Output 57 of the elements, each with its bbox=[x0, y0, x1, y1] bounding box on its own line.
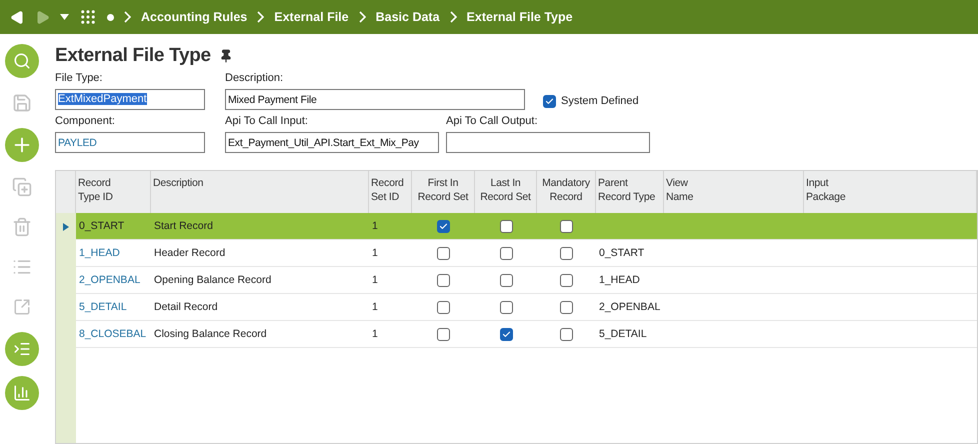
column-header[interactable]: Record Set ID bbox=[369, 171, 412, 213]
checkbox[interactable] bbox=[560, 274, 573, 286]
checkbox[interactable] bbox=[500, 246, 512, 260]
checkbox[interactable] bbox=[543, 94, 556, 108]
input-field[interactable]: Mixed Payment File bbox=[225, 89, 525, 110]
breadcrumb-link[interactable]: External File bbox=[274, 10, 349, 24]
check-icon bbox=[439, 222, 448, 230]
checkbox[interactable] bbox=[437, 246, 450, 260]
checkbox[interactable] bbox=[560, 300, 573, 314]
chevron-icon bbox=[450, 11, 457, 23]
row-indicator[interactable] bbox=[56, 213, 76, 240]
input-field[interactable]: ExtMixedPayment bbox=[55, 89, 205, 110]
column-header[interactable]: Input Package bbox=[804, 171, 977, 213]
apps-icon[interactable] bbox=[79, 8, 97, 26]
checkbox[interactable] bbox=[560, 220, 573, 232]
page-title: External File Type bbox=[55, 45, 211, 67]
breadcrumb-link[interactable]: Accounting Rules bbox=[141, 10, 248, 24]
dot-icon[interactable] bbox=[107, 14, 114, 20]
checkbox[interactable] bbox=[437, 300, 450, 314]
input-field[interactable]: PAYLED bbox=[55, 132, 205, 153]
dropdown-icon[interactable] bbox=[60, 14, 69, 20]
column-header[interactable]: Mandatory Record bbox=[537, 171, 596, 213]
column-header[interactable]: Description bbox=[151, 171, 369, 213]
checkbox[interactable] bbox=[560, 246, 573, 260]
chevron-icon bbox=[257, 11, 264, 23]
field-label: File Type: bbox=[55, 72, 104, 84]
table-cell[interactable]: 0_START bbox=[76, 213, 151, 240]
chevron-icon bbox=[124, 11, 131, 23]
checkbox[interactable] bbox=[437, 274, 450, 286]
chevron-icon bbox=[358, 11, 366, 23]
checkbox[interactable] bbox=[437, 328, 450, 340]
breadcrumb-link[interactable]: External File Type bbox=[466, 10, 573, 24]
column-header[interactable]: View Name bbox=[664, 171, 804, 213]
input-field[interactable]: Ext_Payment_Util_API.Start_Ext_Mix_Pay bbox=[225, 132, 439, 153]
table-cell: Start Record bbox=[151, 213, 369, 240]
check-icon bbox=[545, 96, 554, 106]
checkbox[interactable] bbox=[500, 220, 512, 232]
column-header[interactable]: Last In Record Set bbox=[475, 171, 537, 213]
breadcrumb-link[interactable]: Basic Data bbox=[376, 10, 440, 24]
column-header[interactable]: Record Type ID bbox=[76, 171, 151, 213]
input-field[interactable] bbox=[446, 132, 650, 153]
checkbox[interactable] bbox=[500, 328, 512, 340]
table-cell: 1 bbox=[369, 213, 412, 240]
field-label: Component: bbox=[55, 115, 116, 127]
checkbox[interactable] bbox=[437, 220, 450, 232]
checkbox[interactable] bbox=[560, 328, 573, 340]
column-header[interactable]: Parent Record Type bbox=[596, 171, 664, 213]
checkbox-label: System Defined bbox=[561, 95, 639, 107]
field-label: Api To Call Output: bbox=[446, 115, 539, 127]
field-label: Description: bbox=[225, 72, 284, 84]
pin-icon[interactable] bbox=[218, 49, 233, 63]
check-icon bbox=[502, 330, 510, 338]
column-header[interactable]: First In Record Set bbox=[412, 171, 475, 213]
checkbox[interactable] bbox=[500, 274, 512, 286]
back-icon[interactable] bbox=[10, 10, 25, 24]
field-label: Api To Call Input: bbox=[225, 115, 309, 127]
checkbox[interactable] bbox=[500, 300, 512, 314]
